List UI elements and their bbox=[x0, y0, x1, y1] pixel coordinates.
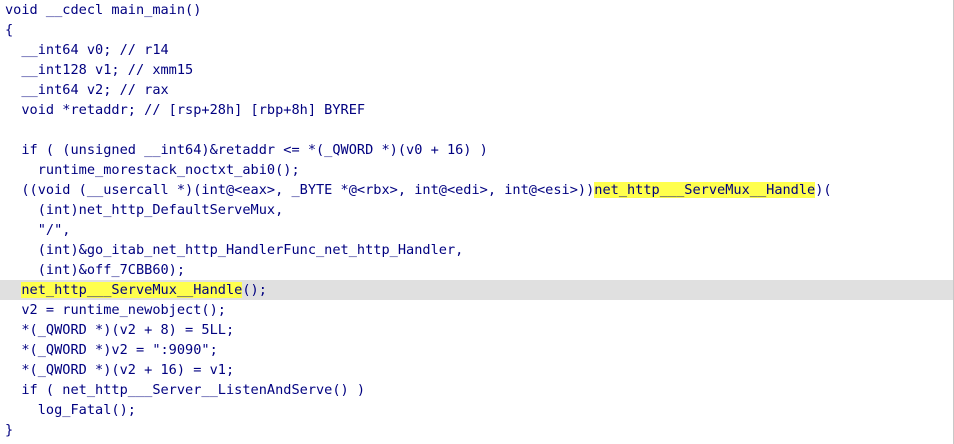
code-text: (); bbox=[242, 282, 267, 298]
code-text: *(_QWORD *)(v2 + 16) = v1; bbox=[5, 362, 235, 378]
code-line-if-listen[interactable]: if ( net_http___Server__ListenAndServe()… bbox=[0, 380, 953, 400]
code-line-decl-v0[interactable]: __int64 v0; // r14 bbox=[0, 40, 953, 60]
code-text: { bbox=[5, 22, 14, 38]
code-line-log-fatal[interactable]: log_Fatal(); bbox=[0, 400, 953, 420]
code-text: )( bbox=[815, 182, 832, 198]
code-line-decl-v2[interactable]: __int64 v2; // rax bbox=[0, 80, 953, 100]
code-text: } bbox=[5, 422, 14, 438]
code-line-close-brace[interactable]: } bbox=[0, 420, 953, 440]
code-line-assign-len[interactable]: *(_QWORD *)(v2 + 8) = 5LL; bbox=[0, 320, 953, 340]
code-text: (int)net_http_DefaultServeMux, bbox=[5, 202, 284, 218]
code-line-newobject[interactable]: v2 = runtime_newobject(); bbox=[0, 300, 953, 320]
highlighted-identifier[interactable]: net_http___ServeMux__Handle bbox=[21, 282, 243, 298]
code-line-arg-itab[interactable]: (int)&go_itab_net_http_HandlerFunc_net_h… bbox=[0, 240, 953, 260]
code-line-open-brace[interactable]: { bbox=[0, 20, 953, 40]
code-line-function-signature[interactable]: void __cdecl main_main() bbox=[0, 0, 953, 20]
code-line-decl-retaddr[interactable]: void *retaddr; // [rsp+28h] [rbp+8h] BYR… bbox=[0, 100, 953, 120]
code-text: runtime_morestack_noctxt_abi0(); bbox=[5, 162, 300, 178]
code-text: log_Fatal(); bbox=[5, 402, 136, 418]
pseudocode-view[interactable]: void __cdecl main_main() { __int64 v0; /… bbox=[0, 0, 954, 444]
code-line-handle-cast-call[interactable]: ((void (__usercall *)(int@<eax>, _BYTE *… bbox=[0, 180, 953, 200]
code-text: *(_QWORD *)v2 = ":9090"; bbox=[5, 342, 218, 358]
highlighted-identifier[interactable]: net_http___ServeMux__Handle bbox=[594, 182, 816, 198]
code-text: *(_QWORD *)(v2 + 8) = 5LL; bbox=[5, 322, 235, 338]
code-line-assign-addr[interactable]: *(_QWORD *)v2 = ":9090"; bbox=[0, 340, 953, 360]
code-text: (int)&off_7CBB60); bbox=[5, 262, 186, 278]
code-line-arg-off[interactable]: (int)&off_7CBB60); bbox=[0, 260, 953, 280]
code-text: "/", bbox=[5, 222, 71, 238]
code-text: __int64 v2; // rax bbox=[5, 82, 169, 98]
code-line-assign-v1[interactable]: *(_QWORD *)(v2 + 16) = v1; bbox=[0, 360, 953, 380]
code-text: void __cdecl main_main() bbox=[5, 2, 202, 18]
code-text: __int128 v1; // xmm15 bbox=[5, 62, 194, 78]
code-text: ((void (__usercall *)(int@<eax>, _BYTE *… bbox=[5, 182, 595, 198]
code-line-current-handle-call[interactable]: net_http___ServeMux__Handle(); bbox=[0, 280, 953, 300]
code-line-if-stack-check[interactable]: if ( (unsigned __int64)&retaddr <= *(_QW… bbox=[0, 140, 953, 160]
code-line-arg-path[interactable]: "/", bbox=[0, 220, 953, 240]
code-text: __int64 v0; // r14 bbox=[5, 42, 169, 58]
code-line-morestack-call[interactable]: runtime_morestack_noctxt_abi0(); bbox=[0, 160, 953, 180]
code-text: if ( (unsigned __int64)&retaddr <= *(_QW… bbox=[5, 142, 488, 158]
code-line-blank[interactable] bbox=[0, 120, 953, 140]
code-text: v2 = runtime_newobject(); bbox=[5, 302, 226, 318]
code-text: void *retaddr; // [rsp+28h] [rbp+8h] BYR… bbox=[5, 102, 366, 118]
code-line-arg-servemux[interactable]: (int)net_http_DefaultServeMux, bbox=[0, 200, 953, 220]
code-line-decl-v1[interactable]: __int128 v1; // xmm15 bbox=[0, 60, 953, 80]
code-text: if ( net_http___Server__ListenAndServe()… bbox=[5, 382, 366, 398]
code-text: (int)&go_itab_net_http_HandlerFunc_net_h… bbox=[5, 242, 464, 258]
